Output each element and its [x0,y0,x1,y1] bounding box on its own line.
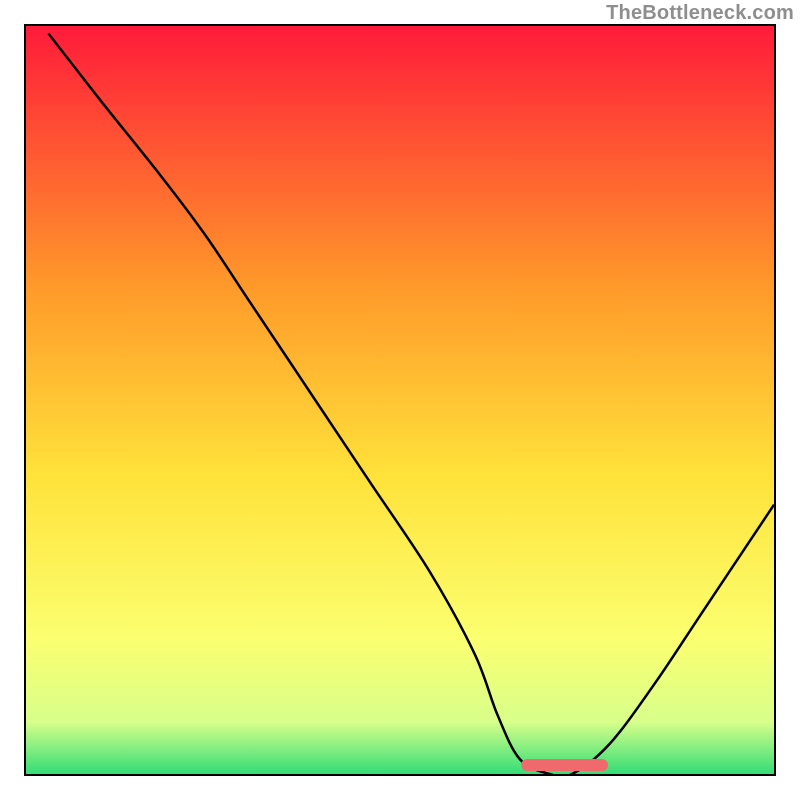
plot-area [24,24,776,776]
chart-svg [26,26,774,774]
watermark-text: TheBottleneck.com [606,2,794,25]
chart-container: TheBottleneck.com [0,0,800,800]
gradient-background [26,26,774,774]
